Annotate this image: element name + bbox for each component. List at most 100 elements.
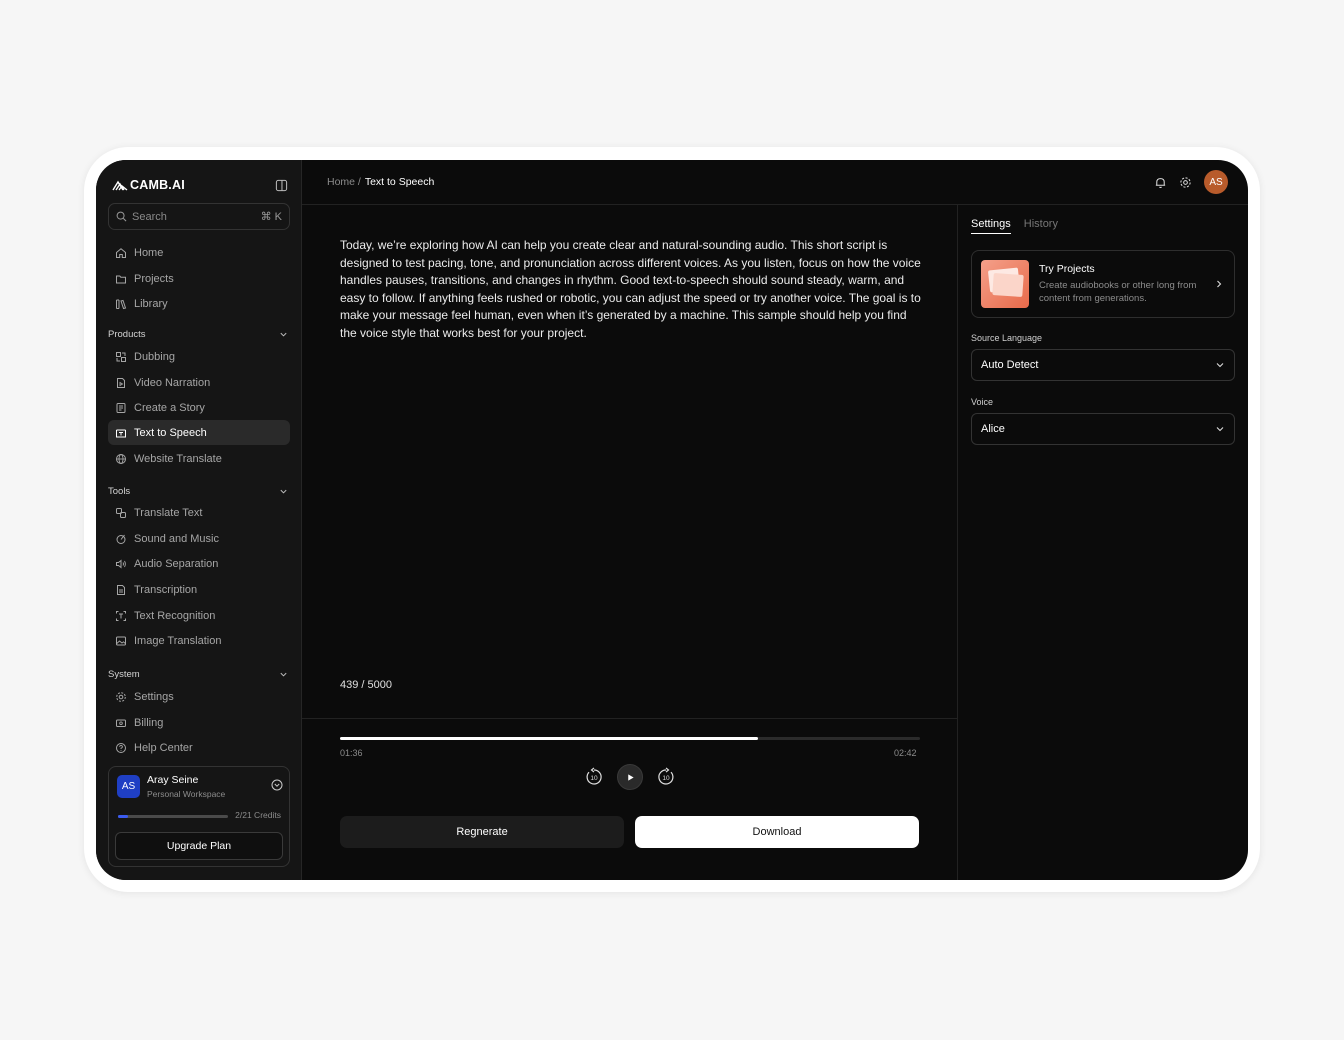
search-shortcut: ⌘ K [260,211,282,223]
story-icon [116,402,126,413]
sidebar-item-label: Text Recognition [134,609,216,622]
main-area: Home / Text to Speech AS Today, we’re ex… [302,160,1248,880]
sidebar-item-billing[interactable]: Billing [108,710,290,735]
logo-text: CAMB.AI [130,178,185,192]
play-icon [627,773,634,781]
workspace-avatar: AS [117,775,140,798]
source-language-label: Source Language [971,333,1043,343]
image-icon [116,636,126,645]
sidebar-item-text-to-speech[interactable]: Text to Speech [108,420,290,445]
sidebar-item-image-translation[interactable]: Image Translation [108,628,290,653]
skip-forward-label: 10 [662,775,670,782]
chevron-circle-icon[interactable] [271,779,283,791]
billing-icon [116,719,126,727]
sidebar-item-translate-text[interactable]: Translate Text [108,500,290,525]
sidebar-item-audio-separation[interactable]: Audio Separation [108,551,290,576]
sidebar-item-help-center[interactable]: Help Center [108,735,290,760]
document-icon [117,584,125,595]
character-counter: 439 / 5000 [340,679,392,691]
upgrade-plan-button[interactable]: Upgrade Plan [115,832,283,860]
regenerate-button[interactable]: Regnerate [340,816,624,848]
sidebar-item-label: Library [134,297,168,310]
current-time: 01:36 [340,748,363,758]
help-icon [116,742,126,753]
system-section-header[interactable]: System [108,667,290,681]
play-button[interactable] [617,764,643,790]
user-avatar[interactable]: AS [1204,170,1228,194]
skip-forward-icon[interactable]: 10 [656,767,676,787]
bell-icon[interactable] [1154,176,1167,189]
sidebar-item-create-story[interactable]: Create a Story [108,395,290,420]
logo-mark-icon [112,180,128,191]
tab-history[interactable]: History [1024,218,1058,234]
search-icon [116,211,127,222]
scan-icon [116,610,126,621]
products-heading: Products [108,328,146,340]
search-input[interactable]: Search ⌘ K [108,203,290,230]
sidebar-item-label: Image Translation [134,634,222,647]
sidebar-item-text-recognition[interactable]: Text Recognition [108,603,290,628]
player-controls: 10 10 [584,764,676,790]
credits-progress-fill [118,815,129,818]
logo[interactable]: CAMB.AI [112,178,185,192]
globe-icon [116,453,126,464]
sidebar-item-video-narration[interactable]: Video Narration [108,370,290,395]
sidebar-item-transcription[interactable]: Transcription [108,577,290,602]
credits-progress [118,815,228,818]
sidebar-item-label: Help Center [134,741,193,754]
sidebar-item-website-translate[interactable]: Website Translate [108,446,290,471]
try-projects-card[interactable]: Try Projects Create audiobooks or other … [971,250,1235,318]
sidebar-item-home[interactable]: Home [108,240,290,265]
sidebar-item-projects[interactable]: Projects [108,266,290,291]
voice-label: Voice [971,397,994,407]
voice-value: Alice [981,423,1005,435]
audio-progress-bar[interactable] [340,737,920,740]
tools-section-header[interactable]: Tools [108,484,290,498]
chevron-down-icon [1216,427,1224,432]
promo-description: Create audiobooks or other long from con… [1039,280,1197,304]
search-placeholder: Search [132,210,167,223]
sidebar-item-dubbing[interactable]: Dubbing [108,344,290,369]
voice-select[interactable]: Alice [971,413,1235,445]
speaker-icon [116,558,126,569]
download-button[interactable]: Download [635,816,919,848]
sidebar-item-sound-music[interactable]: Sound and Music [108,526,290,551]
chevron-right-icon [1217,280,1222,288]
gear-icon [116,691,126,702]
divider [302,718,958,719]
dubbing-icon [116,351,126,362]
sidebar-item-settings[interactable]: Settings [108,684,290,709]
sidebar-item-label: Settings [134,690,174,703]
sidebar-item-label: Website Translate [134,452,222,465]
breadcrumb-home[interactable]: Home / [327,176,361,188]
promo-title: Try Projects [1039,263,1095,275]
sidebar-item-label: Sound and Music [134,532,219,545]
chevron-down-icon [280,489,287,494]
sidebar-item-label: Dubbing [134,350,175,363]
chevron-down-icon [1216,363,1224,368]
workspace-name: Personal Workspace [147,789,226,799]
system-heading: System [108,668,140,680]
logo-row: CAMB.AI [112,176,288,194]
total-time: 02:42 [894,748,917,758]
sidebar-item-library[interactable]: Library [108,291,290,316]
sidebar-item-label: Transcription [134,583,198,596]
account-name: Aray Seine [147,774,199,786]
source-language-value: Auto Detect [981,359,1039,371]
skip-back-label: 10 [590,775,598,782]
home-icon [116,247,126,258]
source-language-select[interactable]: Auto Detect [971,349,1235,381]
skip-back-icon[interactable]: 10 [584,767,604,787]
tools-heading: Tools [108,485,131,497]
script-textarea[interactable]: Today, we’re exploring how AI can help y… [340,237,922,343]
chevron-down-icon [280,332,287,337]
credits-text: 2/21 Credits [235,810,281,820]
tab-settings[interactable]: Settings [971,218,1011,234]
top-actions: AS [1154,170,1228,194]
sidebar-item-label: Video Narration [134,376,211,389]
products-section-header[interactable]: Products [108,327,290,341]
sidebar-toggle-icon[interactable] [275,179,288,192]
sidebar-item-label: Projects [134,272,174,285]
gear-icon[interactable] [1179,176,1192,189]
panel-tabs: Settings History [971,218,1058,234]
